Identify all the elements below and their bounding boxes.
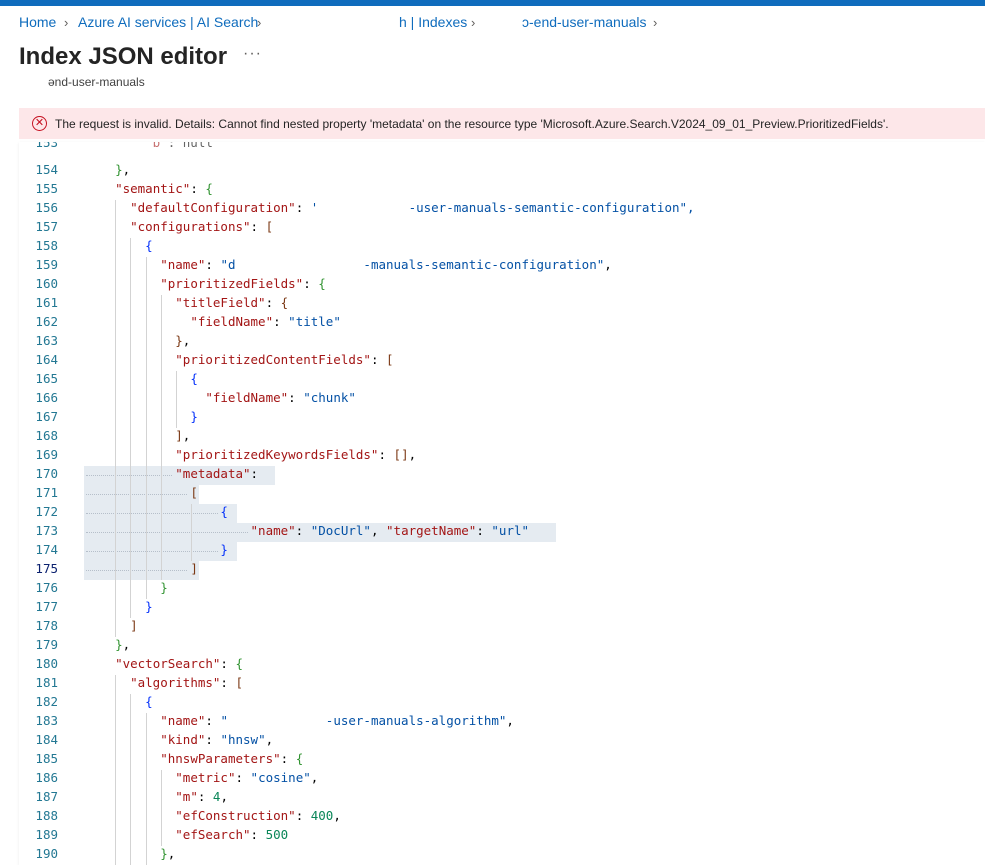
code-line[interactable]: "configurations": [ <box>100 219 273 234</box>
code-line[interactable]: "metadata": <box>100 466 258 481</box>
code-line[interactable]: "m": 4, <box>100 789 228 804</box>
chevron-right-icon: › <box>471 15 476 30</box>
line-number: 174 <box>35 542 58 557</box>
json-code-editor[interactable]: 153 "b": null 154 }, 155 "semantic": {156 … <box>19 142 985 865</box>
code-line[interactable]: "metric": "cosine", <box>100 770 318 785</box>
chevron-right-icon: › <box>64 15 69 30</box>
code-line[interactable]: ] <box>100 618 138 633</box>
code-line[interactable]: { <box>100 238 153 253</box>
code-line[interactable]: }, <box>100 846 175 861</box>
code-line[interactable]: "vectorSearch": { <box>100 656 243 671</box>
line-number: 173 <box>35 523 58 538</box>
line-number: 164 <box>35 352 58 367</box>
code-line[interactable]: ], <box>100 428 190 443</box>
line-number: 166 <box>35 390 58 405</box>
code-line[interactable]: "efConstruction": 400, <box>100 808 341 823</box>
more-options-button[interactable]: ··· <box>243 45 262 63</box>
line-number: 184 <box>35 732 58 747</box>
line-number: 187 <box>35 789 58 804</box>
line-number: 156 <box>35 200 58 215</box>
line-number: 169 <box>35 447 58 462</box>
code-line[interactable]: "hnswParameters": { <box>100 751 303 766</box>
code-line[interactable]: "kind": "hnsw", <box>100 732 273 747</box>
code-line[interactable]: "name": "DocUrl", "targetName": "url" <box>100 523 530 538</box>
error-message-text: The request is invalid. Details: Cannot … <box>55 117 889 131</box>
line-number: 181 <box>35 675 58 690</box>
line-number: 153 <box>35 142 58 150</box>
code-line[interactable]: } <box>100 599 153 614</box>
code-line[interactable]: "semantic": { <box>100 181 213 196</box>
line-number: 170 <box>35 466 58 481</box>
code-line[interactable]: { <box>100 371 198 386</box>
code-line[interactable]: "b": null <box>100 142 213 150</box>
breadcrumb-home-link[interactable]: Home <box>19 14 56 30</box>
code-line[interactable]: "prioritizedKeywordsFields": [], <box>100 447 416 462</box>
line-number: 190 <box>35 846 58 861</box>
code-line[interactable]: }, <box>100 637 130 652</box>
line-number: 176 <box>35 580 58 595</box>
code-line[interactable]: } <box>100 542 228 557</box>
code-line[interactable]: } <box>100 580 168 595</box>
line-number: 182 <box>35 694 58 709</box>
line-number: 160 <box>35 276 58 291</box>
code-line[interactable]: } <box>100 409 198 424</box>
code-line[interactable]: "algorithms": [ <box>100 675 243 690</box>
line-number: 162 <box>35 314 58 329</box>
page-title: Index JSON editor <box>19 43 228 70</box>
line-number: 179 <box>35 637 58 652</box>
chevron-right-icon: › <box>653 15 658 30</box>
breadcrumb-indexes-link[interactable]: h | Indexes <box>399 14 467 30</box>
line-number: 154 <box>35 162 58 177</box>
line-number: 155 <box>35 181 58 196</box>
line-number: 188 <box>35 808 58 823</box>
line-number: 158 <box>35 238 58 253</box>
code-line[interactable]: ] <box>100 561 198 576</box>
error-message-bar: ✕ The request is invalid. Details: Canno… <box>19 108 985 139</box>
code-line[interactable]: [ <box>100 485 198 500</box>
code-line[interactable]: }, <box>100 162 130 177</box>
code-line[interactable]: "fieldName": "chunk" <box>100 390 356 405</box>
code-line[interactable]: "efSearch": 500 <box>100 827 288 842</box>
line-number: 186 <box>35 770 58 785</box>
line-number: 163 <box>35 333 58 348</box>
line-number: 159 <box>35 257 58 272</box>
line-number: 183 <box>35 713 58 728</box>
code-line[interactable]: "defaultConfiguration": ' -user-manuals-… <box>100 200 694 215</box>
line-number: 168 <box>35 428 58 443</box>
line-number: 171 <box>35 485 58 500</box>
line-number: 178 <box>35 618 58 633</box>
code-line[interactable]: { <box>100 504 228 519</box>
line-number: 189 <box>35 827 58 842</box>
line-number: 161 <box>35 295 58 310</box>
code-line[interactable]: { <box>100 694 153 709</box>
line-number: 172 <box>35 504 58 519</box>
code-line[interactable]: "prioritizedFields": { <box>100 276 326 291</box>
code-line[interactable]: "fieldName": "title" <box>100 314 341 329</box>
code-line[interactable]: "name": "d -manuals-semantic-configurati… <box>100 257 612 272</box>
line-number: 177 <box>35 599 58 614</box>
code-line[interactable]: }, <box>100 333 190 348</box>
breadcrumb-index-link[interactable]: ɔ-end-user-manuals <box>522 14 647 30</box>
code-line[interactable]: "titleField": { <box>100 295 288 310</box>
error-circle-icon: ✕ <box>32 116 47 131</box>
code-line[interactable]: "name": " -user-manuals-algorithm", <box>100 713 514 728</box>
line-number: 165 <box>35 371 58 386</box>
line-number: 180 <box>35 656 58 671</box>
code-line[interactable]: "prioritizedContentFields": [ <box>100 352 393 367</box>
page-subtitle: ənd-user-manuals <box>48 75 145 89</box>
top-accent-bar <box>0 0 985 6</box>
breadcrumb-service-link[interactable]: Azure AI services | AI Search <box>78 14 258 30</box>
line-number: 185 <box>35 751 58 766</box>
line-number: 157 <box>35 219 58 234</box>
chevron-right-icon: › <box>257 15 262 30</box>
line-number: 175 <box>35 561 58 576</box>
line-number: 167 <box>35 409 58 424</box>
